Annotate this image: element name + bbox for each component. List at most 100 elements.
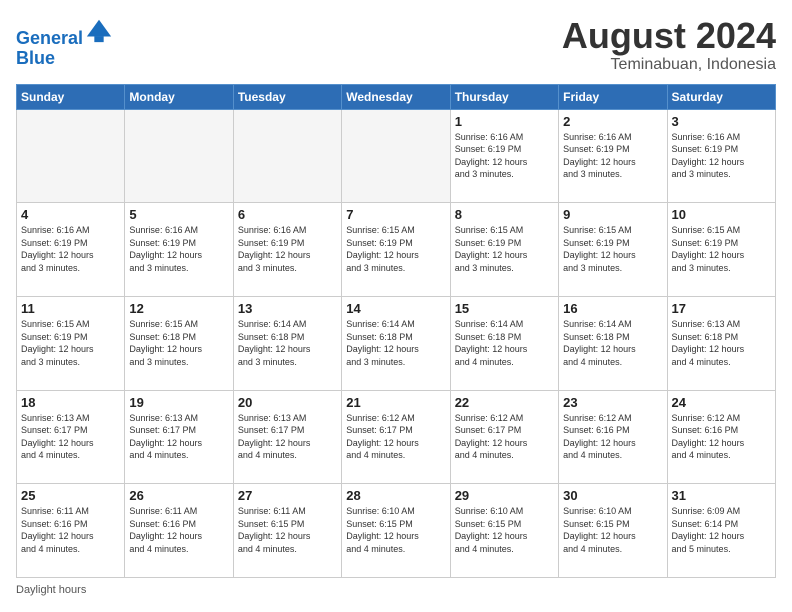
day-number: 2 bbox=[563, 114, 662, 129]
location: Teminabuan, Indonesia bbox=[562, 56, 776, 74]
calendar-week-2: 11 Sunrise: 6:15 AM Sunset: 6:19 PM Dayli… bbox=[17, 296, 776, 390]
day-info: Sunrise: 6:14 AM Sunset: 6:18 PM Dayligh… bbox=[455, 318, 554, 368]
calendar-cell: 10Sunrise: 6:15 AM Sunset: 6:19 PM Dayli… bbox=[667, 203, 775, 297]
calendar-cell: 17 Sunrise: 6:13 AM Sunset: 6:18 PM Dayli… bbox=[667, 296, 775, 390]
calendar-header-row: Sunday Monday Tuesday Wednesday Thursday… bbox=[17, 84, 776, 109]
day-number: 4 bbox=[21, 207, 120, 222]
day-number: 23 bbox=[563, 395, 662, 410]
day-info: Sunrise: 6:14 AM Sunset: 6:18 PM Dayligh… bbox=[563, 318, 662, 368]
day-info: Sunrise: 6:10 AM Sunset: 6:15 PM Dayligh… bbox=[346, 505, 445, 555]
calendar-cell: 14 Sunrise: 6:14 AM Sunset: 6:18 PM Dayli… bbox=[342, 296, 450, 390]
calendar-cell: 30Sunrise: 6:10 AM Sunset: 6:15 PM Dayli… bbox=[559, 484, 667, 578]
calendar-cell bbox=[342, 109, 450, 203]
day-number: 8 bbox=[455, 207, 554, 222]
day-number: 11 bbox=[21, 301, 120, 316]
month-year: August 2024 bbox=[562, 16, 776, 56]
day-number: 17 bbox=[672, 301, 771, 316]
header: General Blue August 2024 Teminabuan, Ind… bbox=[16, 16, 776, 74]
day-number: 20 bbox=[238, 395, 337, 410]
day-info: Sunrise: 6:16 AM Sunset: 6:19 PM Dayligh… bbox=[238, 224, 337, 274]
calendar-cell: 3 Sunrise: 6:16 AM Sunset: 6:19 PM Daylig… bbox=[667, 109, 775, 203]
col-sunday: Sunday bbox=[17, 84, 125, 109]
calendar-cell: 2 Sunrise: 6:16 AM Sunset: 6:19 PM Daylig… bbox=[559, 109, 667, 203]
calendar-week-0: 1Sunrise: 6:16 AM Sunset: 6:19 PM Daylig… bbox=[17, 109, 776, 203]
day-info: Sunrise: 6:13 AM Sunset: 6:17 PM Dayligh… bbox=[21, 412, 120, 462]
day-number: 3 bbox=[672, 114, 771, 129]
calendar-week-3: 18 Sunrise: 6:13 AM Sunset: 6:17 PM Dayli… bbox=[17, 390, 776, 484]
col-wednesday: Wednesday bbox=[342, 84, 450, 109]
title-block: August 2024 Teminabuan, Indonesia bbox=[562, 16, 776, 74]
day-info: Sunrise: 6:15 AM Sunset: 6:19 PM Dayligh… bbox=[455, 224, 554, 274]
calendar-week-1: 4 Sunrise: 6:16 AM Sunset: 6:19 PM Daylig… bbox=[17, 203, 776, 297]
day-info: Sunrise: 6:13 AM Sunset: 6:18 PM Dayligh… bbox=[672, 318, 771, 368]
calendar-cell: 12 Sunrise: 6:15 AM Sunset: 6:18 PM Dayli… bbox=[125, 296, 233, 390]
day-number: 22 bbox=[455, 395, 554, 410]
calendar-cell: 26Sunrise: 6:11 AM Sunset: 6:16 PM Dayli… bbox=[125, 484, 233, 578]
day-info: Sunrise: 6:16 AM Sunset: 6:19 PM Dayligh… bbox=[672, 131, 771, 181]
logo-general: General bbox=[16, 28, 83, 48]
logo-text: General bbox=[16, 16, 113, 49]
calendar-cell: 1Sunrise: 6:16 AM Sunset: 6:19 PM Daylig… bbox=[450, 109, 558, 203]
calendar-cell: 11 Sunrise: 6:15 AM Sunset: 6:19 PM Dayli… bbox=[17, 296, 125, 390]
day-info: Sunrise: 6:10 AM Sunset: 6:15 PM Dayligh… bbox=[455, 505, 554, 555]
calendar-cell: 6 Sunrise: 6:16 AM Sunset: 6:19 PM Daylig… bbox=[233, 203, 341, 297]
day-number: 29 bbox=[455, 488, 554, 503]
calendar-cell: 25 Sunrise: 6:11 AM Sunset: 6:16 PM Dayli… bbox=[17, 484, 125, 578]
day-number: 7 bbox=[346, 207, 445, 222]
calendar-cell: 13 Sunrise: 6:14 AM Sunset: 6:18 PM Dayli… bbox=[233, 296, 341, 390]
day-info: Sunrise: 6:16 AM Sunset: 6:19 PM Dayligh… bbox=[21, 224, 120, 274]
day-number: 24 bbox=[672, 395, 771, 410]
day-number: 5 bbox=[129, 207, 228, 222]
day-info: Sunrise: 6:15 AM Sunset: 6:18 PM Dayligh… bbox=[129, 318, 228, 368]
day-number: 31 bbox=[672, 488, 771, 503]
day-info: Sunrise: 6:12 AM Sunset: 6:17 PM Dayligh… bbox=[455, 412, 554, 462]
day-info: Sunrise: 6:13 AM Sunset: 6:17 PM Dayligh… bbox=[238, 412, 337, 462]
calendar-cell: 15Sunrise: 6:14 AM Sunset: 6:18 PM Dayli… bbox=[450, 296, 558, 390]
day-number: 16 bbox=[563, 301, 662, 316]
day-number: 27 bbox=[238, 488, 337, 503]
calendar-cell: 16 Sunrise: 6:14 AM Sunset: 6:18 PM Dayli… bbox=[559, 296, 667, 390]
day-info: Sunrise: 6:12 AM Sunset: 6:16 PM Dayligh… bbox=[672, 412, 771, 462]
day-number: 12 bbox=[129, 301, 228, 316]
day-info: Sunrise: 6:14 AM Sunset: 6:18 PM Dayligh… bbox=[346, 318, 445, 368]
calendar-cell: 27Sunrise: 6:11 AM Sunset: 6:15 PM Dayli… bbox=[233, 484, 341, 578]
day-number: 19 bbox=[129, 395, 228, 410]
calendar-cell: 24 Sunrise: 6:12 AM Sunset: 6:16 PM Dayli… bbox=[667, 390, 775, 484]
col-monday: Monday bbox=[125, 84, 233, 109]
calendar-cell: 28 Sunrise: 6:10 AM Sunset: 6:15 PM Dayli… bbox=[342, 484, 450, 578]
calendar-cell: 20 Sunrise: 6:13 AM Sunset: 6:17 PM Dayli… bbox=[233, 390, 341, 484]
calendar-cell: 8 Sunrise: 6:15 AM Sunset: 6:19 PM Daylig… bbox=[450, 203, 558, 297]
calendar-cell: 18 Sunrise: 6:13 AM Sunset: 6:17 PM Dayli… bbox=[17, 390, 125, 484]
calendar-cell: 7Sunrise: 6:15 AM Sunset: 6:19 PM Daylig… bbox=[342, 203, 450, 297]
day-info: Sunrise: 6:11 AM Sunset: 6:16 PM Dayligh… bbox=[21, 505, 120, 555]
calendar-cell: 29 Sunrise: 6:10 AM Sunset: 6:15 PM Dayli… bbox=[450, 484, 558, 578]
calendar-cell: 9Sunrise: 6:15 AM Sunset: 6:19 PM Daylig… bbox=[559, 203, 667, 297]
logo-blue: Blue bbox=[16, 49, 113, 69]
calendar-cell: 4 Sunrise: 6:16 AM Sunset: 6:19 PM Daylig… bbox=[17, 203, 125, 297]
calendar-cell bbox=[17, 109, 125, 203]
day-number: 18 bbox=[21, 395, 120, 410]
page: General Blue August 2024 Teminabuan, Ind… bbox=[0, 0, 792, 612]
day-number: 25 bbox=[21, 488, 120, 503]
day-number: 14 bbox=[346, 301, 445, 316]
logo-icon bbox=[85, 16, 113, 44]
day-info: Sunrise: 6:14 AM Sunset: 6:18 PM Dayligh… bbox=[238, 318, 337, 368]
day-info: Sunrise: 6:11 AM Sunset: 6:16 PM Dayligh… bbox=[129, 505, 228, 555]
day-number: 28 bbox=[346, 488, 445, 503]
day-info: Sunrise: 6:12 AM Sunset: 6:17 PM Dayligh… bbox=[346, 412, 445, 462]
day-number: 10 bbox=[672, 207, 771, 222]
daylight-label: Daylight hours bbox=[16, 584, 86, 596]
col-tuesday: Tuesday bbox=[233, 84, 341, 109]
calendar-cell: 23Sunrise: 6:12 AM Sunset: 6:16 PM Dayli… bbox=[559, 390, 667, 484]
day-info: Sunrise: 6:15 AM Sunset: 6:19 PM Dayligh… bbox=[21, 318, 120, 368]
calendar-cell: 5Sunrise: 6:16 AM Sunset: 6:19 PM Daylig… bbox=[125, 203, 233, 297]
calendar-cell: 19Sunrise: 6:13 AM Sunset: 6:17 PM Dayli… bbox=[125, 390, 233, 484]
day-number: 6 bbox=[238, 207, 337, 222]
day-number: 9 bbox=[563, 207, 662, 222]
col-saturday: Saturday bbox=[667, 84, 775, 109]
day-number: 13 bbox=[238, 301, 337, 316]
calendar-cell bbox=[233, 109, 341, 203]
calendar-cell: 22 Sunrise: 6:12 AM Sunset: 6:17 PM Dayli… bbox=[450, 390, 558, 484]
day-info: Sunrise: 6:16 AM Sunset: 6:19 PM Dayligh… bbox=[563, 131, 662, 181]
calendar-table: Sunday Monday Tuesday Wednesday Thursday… bbox=[16, 84, 776, 578]
